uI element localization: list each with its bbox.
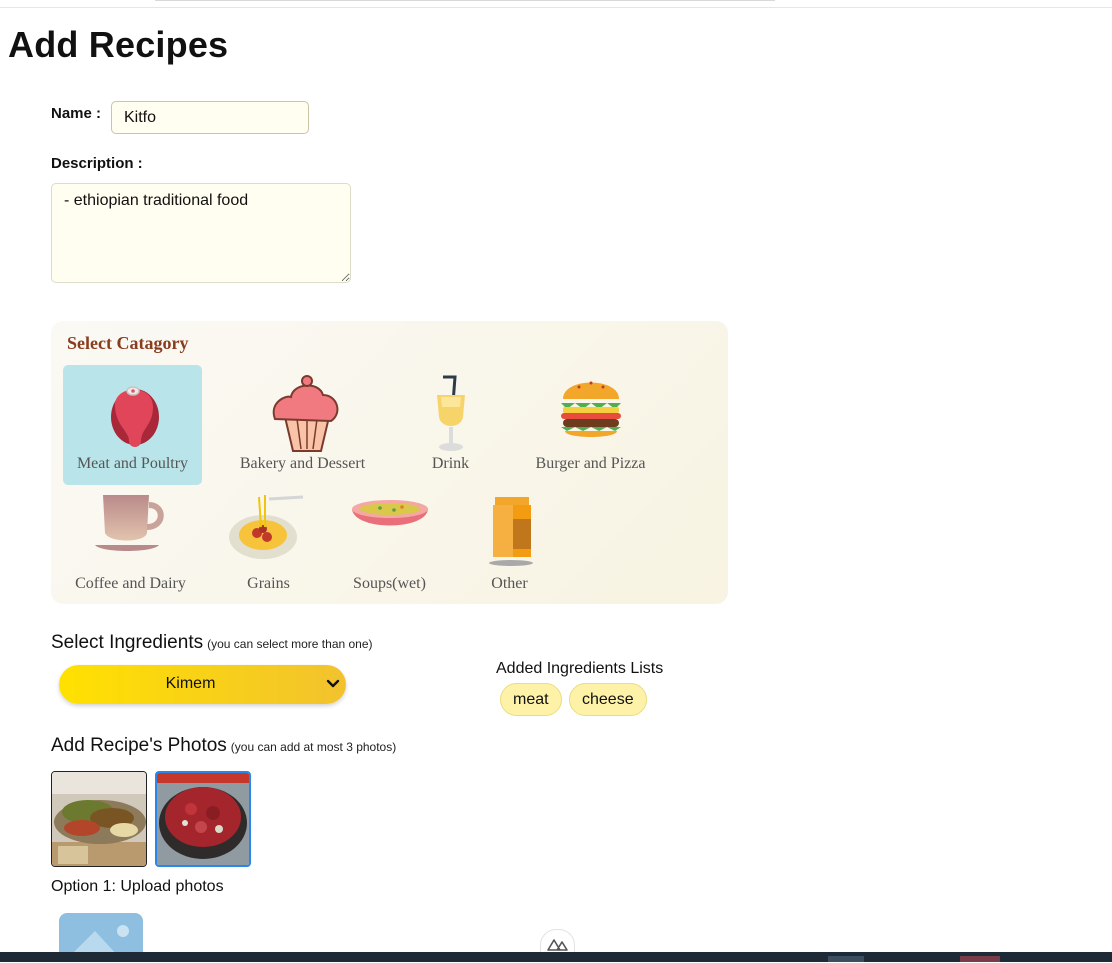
category-soups-wet[interactable]: Soups(wet) [320,485,459,605]
category-label: Coffee and Dairy [75,575,186,592]
name-label: Name : [51,105,102,122]
category-drink[interactable]: Drink [381,365,520,485]
drink-icon [436,375,465,451]
ingredients-title-text: Select Ingredients [51,632,204,653]
ingredients-select-value: Kimem [165,675,216,692]
ingredients-select[interactable]: Kimem [59,665,346,704]
category-panel: Select Catagory Meat and Poultry Bakery … [51,321,728,604]
recipe-photo-2[interactable] [155,771,251,867]
photos-hint: (you can add at most 3 photos) [230,740,397,754]
description-label: Description : [51,155,143,172]
category-grains[interactable]: Grains [199,485,338,605]
upload-photo-button[interactable] [59,913,143,957]
category-label: Soups(wet) [353,575,426,592]
recipe-photo-2-image [157,773,249,865]
page-title: Add Recipes [8,24,229,65]
pasta-plate-icon [228,495,303,559]
category-other[interactable]: Other [440,485,579,605]
taskbar-app-1[interactable] [828,956,864,962]
category-burger-and-pizza[interactable]: Burger and Pizza [521,365,660,485]
chevron-down-icon [326,679,340,688]
meat-icon [110,386,159,447]
juice-box-icon [488,497,533,566]
category-label: Burger and Pizza [535,455,646,472]
ingredient-chip-cheese[interactable]: cheese [569,683,647,716]
upload-option-text: Option 1: Upload photos [51,878,224,895]
category-meat-and-poultry[interactable]: Meat and Poultry [63,365,202,485]
ingredients-hint: (you can select more than one) [207,637,373,651]
category-label: Drink [431,455,470,472]
cupcake-icon [272,375,338,452]
os-taskbar [0,952,1112,962]
browser-top-edge [0,0,1112,8]
coffee-cup-icon [94,495,164,551]
description-textarea[interactable]: - ethiopian traditional food [51,183,351,283]
ingredient-chip-meat[interactable]: meat [500,683,562,716]
category-coffee-and-dairy[interactable]: Coffee and Dairy [61,485,200,605]
category-bakery-and-dessert[interactable]: Bakery and Dessert [233,365,372,485]
taskbar-app-2[interactable] [960,956,1000,962]
category-title: Select Catagory [67,333,189,353]
category-label: Bakery and Dessert [239,455,366,472]
photos-title: Add Recipe's Photos (you can add at most … [51,735,396,757]
recipe-photo-1[interactable] [51,771,147,867]
recipe-photo-1-image [52,772,146,866]
category-label: Other [491,575,528,592]
ingredients-title: Select Ingredients (you can select more t… [51,632,373,654]
category-label: Meat and Poultry [76,455,189,472]
added-ingredients-title: Added Ingredients Lists [496,660,664,677]
name-input[interactable] [111,101,309,134]
category-label: Grains [247,575,290,592]
photos-title-text: Add Recipe's Photos [51,735,227,756]
burger-icon [560,381,621,437]
image-placeholder-icon [59,913,143,957]
soup-bowl-icon [351,500,428,526]
